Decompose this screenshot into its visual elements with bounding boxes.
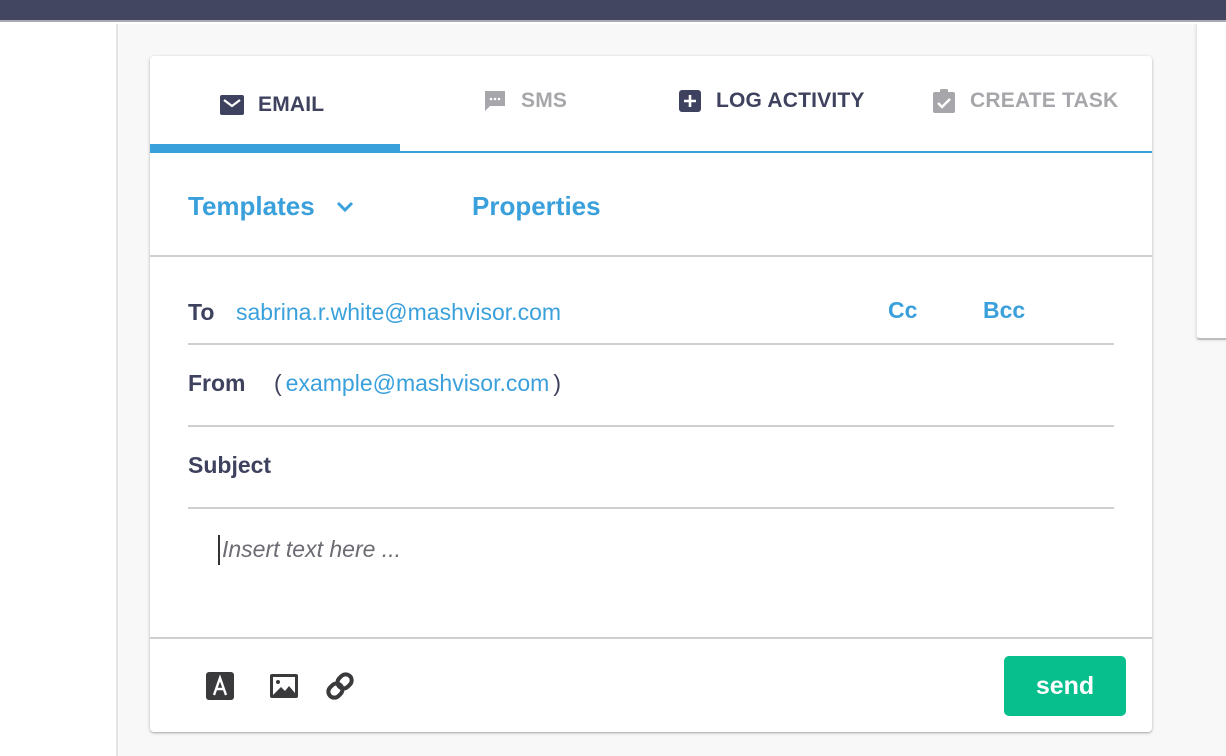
cc-button[interactable]: Cc	[888, 297, 917, 324]
paren-close: )	[553, 370, 562, 396]
side-card	[1196, 24, 1226, 340]
from-label: From	[188, 370, 246, 396]
bcc-button[interactable]: Bcc	[983, 297, 1025, 324]
tab-create-task[interactable]: CREATE TASK	[932, 84, 1118, 118]
composer-tabs: EMAIL SMS LOG ACTIVITY CREATE TASK	[150, 56, 1152, 153]
tab-create-task-label: CREATE TASK	[970, 89, 1119, 112]
top-navigation-bar	[0, 0, 1226, 22]
to-recipient[interactable]: sabrina.r.white@mashvisor.com	[236, 299, 561, 326]
from-email: example@mashvisor.com	[285, 370, 550, 396]
properties-button[interactable]: Properties	[472, 191, 601, 222]
subject-field[interactable]: Subject	[188, 427, 1114, 509]
tab-email-label: EMAIL	[258, 93, 325, 116]
tab-log-activity[interactable]: LOG ACTIVITY	[678, 84, 865, 118]
to-label: To	[188, 299, 215, 325]
tab-log-activity-label: LOG ACTIVITY	[716, 89, 865, 112]
active-tab-indicator	[150, 144, 400, 152]
templates-label: Templates	[188, 191, 315, 221]
composer-footer: send	[150, 639, 1152, 732]
from-sender[interactable]: (example@mashvisor.com)	[274, 370, 561, 397]
send-button[interactable]: send	[1004, 656, 1126, 716]
image-icon[interactable]	[269, 671, 299, 701]
tab-email[interactable]: EMAIL	[220, 88, 324, 122]
to-field: To sabrina.r.white@mashvisor.com Cc Bcc	[188, 257, 1114, 345]
templates-dropdown[interactable]: Templates	[188, 191, 355, 222]
email-composer-card: EMAIL SMS LOG ACTIVITY CREATE TASK Templ…	[150, 56, 1152, 732]
chevron-down-icon	[335, 197, 355, 217]
paren-open: (	[274, 370, 282, 396]
composer-toolbar: Templates Properties	[150, 153, 1152, 257]
clipboard-check-icon	[932, 89, 956, 113]
message-body-input[interactable]: Insert text here ...	[218, 535, 1098, 565]
from-field: From (example@mashvisor.com)	[188, 345, 1114, 427]
link-icon[interactable]	[325, 671, 355, 701]
text-format-icon[interactable]	[205, 671, 235, 701]
plus-square-icon	[678, 89, 702, 113]
properties-label: Properties	[472, 191, 601, 221]
subject-label: Subject	[188, 452, 272, 478]
envelope-icon	[220, 93, 244, 117]
left-pane	[0, 24, 116, 756]
chat-icon	[483, 89, 507, 113]
message-body[interactable]: Insert text here ...	[150, 509, 1152, 639]
tab-sms[interactable]: SMS	[483, 84, 567, 118]
tab-sms-label: SMS	[521, 89, 568, 112]
